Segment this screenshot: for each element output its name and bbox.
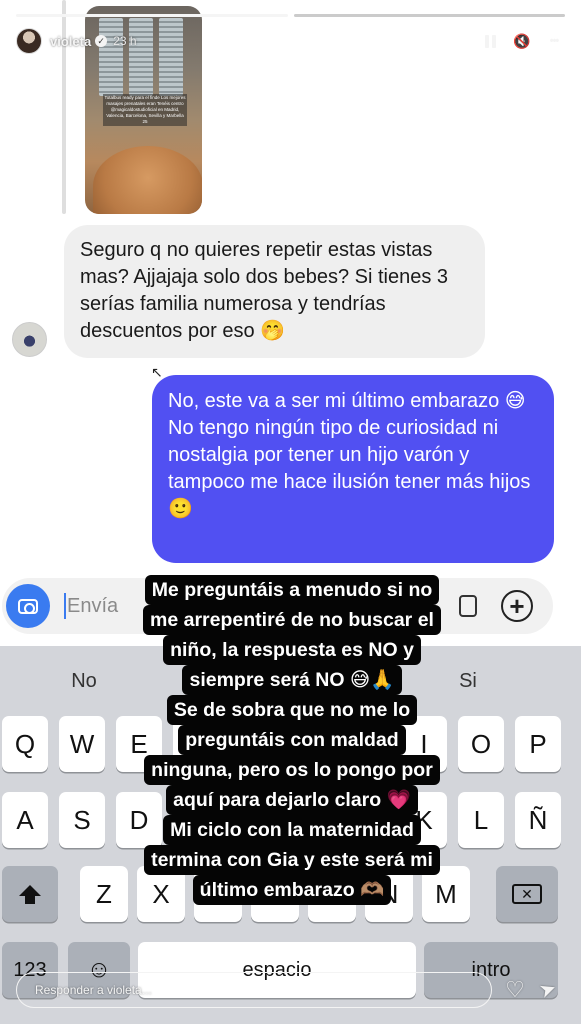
key-q[interactable]: Q (2, 716, 48, 772)
shift-key[interactable] (2, 866, 58, 922)
mute-button[interactable]: 🔇 (511, 30, 533, 52)
key-s[interactable]: S (59, 792, 105, 848)
overlay-line-row: preguntáis con maldad (114, 725, 470, 755)
verified-badge-icon: ✓ (95, 35, 108, 47)
overlay-line: termina con Gia y este será mi (144, 845, 440, 875)
avatar[interactable] (16, 28, 42, 54)
progress-segment (16, 14, 288, 17)
overlay-line-row: aquí para dejarlo claro 💗 (114, 785, 470, 815)
story-header: violeta ✓ 23 h 🔇 ••• (16, 24, 565, 58)
overlay-line: ninguna, pero os lo pongo por (144, 755, 440, 785)
overlay-line-row: termina con Gia y este será mi (114, 845, 470, 875)
shift-icon (19, 884, 41, 904)
story-text-overlay: Me preguntáis a menudo si no me arrepenti… (114, 575, 470, 905)
camera-button[interactable] (6, 584, 50, 628)
key-a[interactable]: A (2, 792, 48, 848)
overlay-line: siempre será NO 😅🙏 (182, 665, 402, 695)
overlay-line: niño, la respuesta es NO y (163, 635, 421, 665)
overlay-line: último embarazo 🫶🏽 (192, 875, 392, 905)
overlay-line-row: niño, la respuesta es NO y (114, 635, 470, 665)
reply-placeholder: Responder a violeta... (35, 983, 152, 997)
incoming-message: Seguro q no quieres repetir estas vistas… (64, 225, 485, 358)
backspace-key[interactable]: ✕ (496, 866, 558, 922)
backspace-icon: ✕ (512, 884, 542, 904)
story-viewer: Totalbus ready para el finde Los mejores… (0, 0, 581, 1024)
overlay-line-row: Mi ciclo con la maternidad (114, 815, 470, 845)
key-w[interactable]: W (59, 716, 105, 772)
text-caret (64, 593, 66, 619)
overlay-line: preguntáis con maldad (178, 725, 406, 755)
overlay-line-row: ninguna, pero os lo pongo por (114, 755, 470, 785)
overlay-line-row: último embarazo 🫶🏽 (114, 875, 470, 905)
overlay-line: Mi ciclo con la maternidad (163, 815, 421, 845)
reply-input[interactable]: Responder a violeta... (16, 972, 492, 1008)
overlay-line: Se de sobra que no me lo (166, 695, 418, 725)
pause-button[interactable] (479, 30, 501, 52)
message-input[interactable]: Envía (67, 595, 118, 618)
overlay-line-row: Me preguntáis a menudo si no (114, 575, 470, 605)
progress-segment (293, 14, 565, 17)
overlay-line: me arrepentiré de no buscar el (143, 605, 441, 635)
key-ñ[interactable]: Ñ (515, 792, 561, 848)
add-button[interactable]: + (501, 590, 533, 622)
username[interactable]: violeta (50, 34, 91, 49)
overlay-line-row: siempre será NO 😅🙏 (114, 665, 470, 695)
pregnant-belly (93, 146, 202, 214)
post-time: 23 h (113, 34, 137, 48)
pause-icon (484, 34, 489, 48)
outgoing-message-line-2: No tengo ningún tipo de curiosidad ni no… (168, 417, 531, 520)
overlay-line: Me preguntáis a menudo si no (144, 575, 440, 605)
sender-avatar (12, 322, 47, 357)
outgoing-message-line-1: No, este va a ser mi último embarazo 😅 (168, 390, 526, 412)
outgoing-message: No, este va a ser mi último embarazo 😅 N… (152, 375, 554, 563)
pause-icon (491, 34, 496, 48)
photo-caption: Totalbus ready para el finde Los mejores… (103, 94, 187, 126)
key-p[interactable]: P (515, 716, 561, 772)
like-heart-icon[interactable]: ♡ (504, 979, 526, 1001)
mouse-cursor-icon: ↖ (151, 364, 163, 380)
story-progress (16, 14, 565, 17)
overlay-line-row: Se de sobra que no me lo (114, 695, 470, 725)
overlay-line: aquí para dejarlo claro 💗 (166, 785, 418, 815)
more-options-button[interactable]: ••• (543, 30, 565, 52)
camera-icon (18, 598, 38, 614)
overlay-line-row: me arrepentiré de no buscar el (114, 605, 470, 635)
